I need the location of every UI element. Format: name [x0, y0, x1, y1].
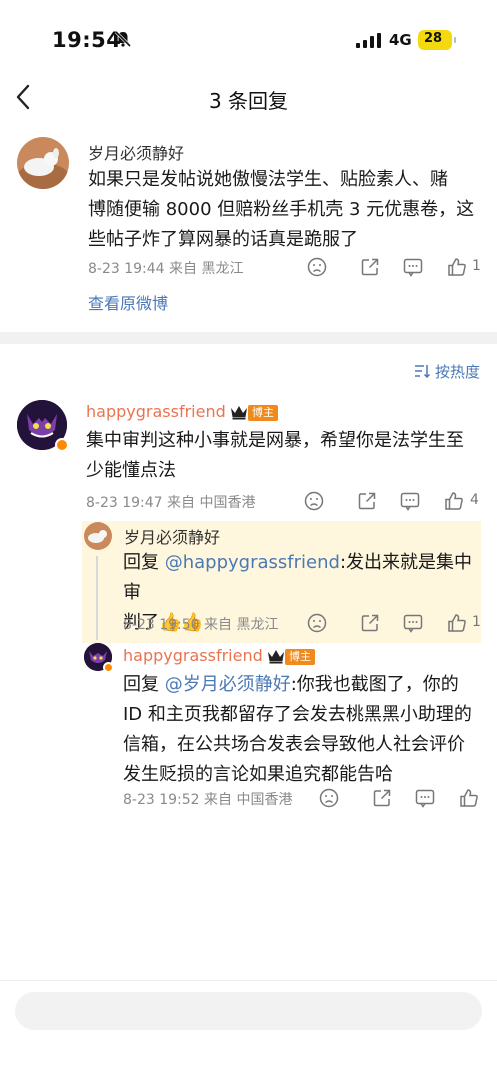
- reply-prefix: 回复: [123, 674, 165, 695]
- reply-line: ID 和主页我都留存了会发去桃黑黑小助理的: [123, 704, 472, 725]
- share-icon[interactable]: [356, 490, 378, 512]
- dislike-icon[interactable]: [303, 490, 325, 512]
- avatar-image: [84, 522, 112, 550]
- status-bar: 19:54 4G 28: [0, 0, 497, 70]
- reply-input[interactable]: [15, 992, 482, 1030]
- crown-icon: [231, 406, 247, 420]
- page-title: 3 条回复: [208, 89, 289, 113]
- dislike-icon[interactable]: [306, 256, 328, 278]
- reply-line: 发生贬损的言论如果追究都能告哈: [123, 764, 393, 785]
- comment-line: 博随便输 8000 但赔粉丝手机壳 3 元优惠卷，这: [88, 199, 475, 220]
- like-icon[interactable]: [446, 612, 468, 634]
- comment-line: 些帖子炸了算网暴的话真是跪服了: [88, 229, 358, 250]
- reply-line: 回复 @happygrassfriend:发出来就是集中审: [123, 548, 483, 608]
- sort-by-hot-button[interactable]: 按热度: [435, 361, 480, 382]
- thread-line: [96, 556, 98, 640]
- comment-text: 如果只是发帖说她傲慢法学生、贴脸素人、赌 博随便输 8000 但赔粉丝手机壳 3…: [88, 165, 483, 255]
- like-count: 1: [472, 258, 481, 274]
- like-icon[interactable]: [446, 256, 468, 278]
- mention-link[interactable]: @岁月必须静好: [165, 674, 291, 695]
- reply-line: 信箱，在公共场合发表会导致他人社会评价: [123, 734, 465, 755]
- mention-link[interactable]: @happygrassfriend: [165, 552, 340, 573]
- reply-prefix: 回复: [123, 552, 165, 573]
- comment-icon[interactable]: [402, 612, 424, 634]
- battery-icon: 28: [418, 30, 452, 50]
- reply-line: 少能懂点法: [86, 460, 176, 481]
- author-badge: 博主: [285, 649, 315, 665]
- reply-text: 集中审判这种小事就是网暴，希望你是法学生至 少能懂点法: [86, 426, 486, 486]
- share-icon[interactable]: [359, 256, 381, 278]
- like-icon[interactable]: [458, 787, 480, 809]
- comment-line: 如果只是发帖说她傲慢法学生、贴脸素人、赌: [88, 169, 448, 190]
- comment-icon[interactable]: [399, 490, 421, 512]
- nav-bar: 3 条回复: [0, 70, 497, 126]
- network-type: 4G: [389, 31, 412, 49]
- avatar[interactable]: [17, 137, 69, 189]
- reply-meta: 8-23 19:47 来自 中国香港: [86, 495, 256, 511]
- comment-icon[interactable]: [402, 256, 424, 278]
- like-icon[interactable]: [443, 490, 465, 512]
- status-time: 19:54: [52, 28, 122, 52]
- battery-tip: [454, 37, 456, 43]
- avatar-image: [17, 137, 69, 189]
- share-icon[interactable]: [371, 787, 393, 809]
- crown-icon: [268, 650, 284, 664]
- verified-badge-icon: [55, 438, 69, 452]
- bell-muted-icon: [114, 30, 132, 48]
- reply-username[interactable]: happygrassfriend: [86, 402, 226, 421]
- dislike-icon[interactable]: [318, 787, 340, 809]
- like-count: 1: [472, 614, 481, 630]
- sort-icon[interactable]: [414, 363, 430, 379]
- reply-line: 集中审判这种小事就是网暴，希望你是法学生至: [86, 430, 464, 451]
- comment-username[interactable]: 岁月必须静好: [88, 140, 184, 164]
- dislike-icon[interactable]: [306, 612, 328, 634]
- reply-meta: 8-23 19:52 来自 中国香港: [123, 792, 293, 808]
- battery-level: 28: [423, 31, 443, 46]
- reply-username[interactable]: 岁月必须静好: [124, 524, 220, 548]
- reply-text: 回复 @岁月必须静好:你我也截图了，你的 ID 和主页我都留存了会发去桃黑黑小助…: [123, 670, 483, 790]
- reply-meta: 8-23 19:50 来自 黑龙江: [123, 617, 279, 633]
- share-icon[interactable]: [359, 612, 381, 634]
- comment-icon[interactable]: [414, 787, 436, 809]
- like-count: 4: [470, 492, 479, 508]
- verified-badge-icon: [103, 662, 114, 673]
- comment-meta: 8-23 19:44 来自 黑龙江: [88, 261, 244, 277]
- author-badge: 博主: [248, 405, 278, 421]
- view-original-link[interactable]: 查看原微博: [88, 290, 168, 314]
- reply-line-rest: :你我也截图了，你的: [290, 674, 459, 695]
- section-divider: [0, 332, 497, 344]
- reply-line: 回复 @岁月必须静好:你我也截图了，你的: [123, 670, 483, 700]
- signal-icon: [356, 33, 381, 48]
- reply-username[interactable]: happygrassfriend: [123, 646, 263, 665]
- avatar[interactable]: [84, 522, 112, 550]
